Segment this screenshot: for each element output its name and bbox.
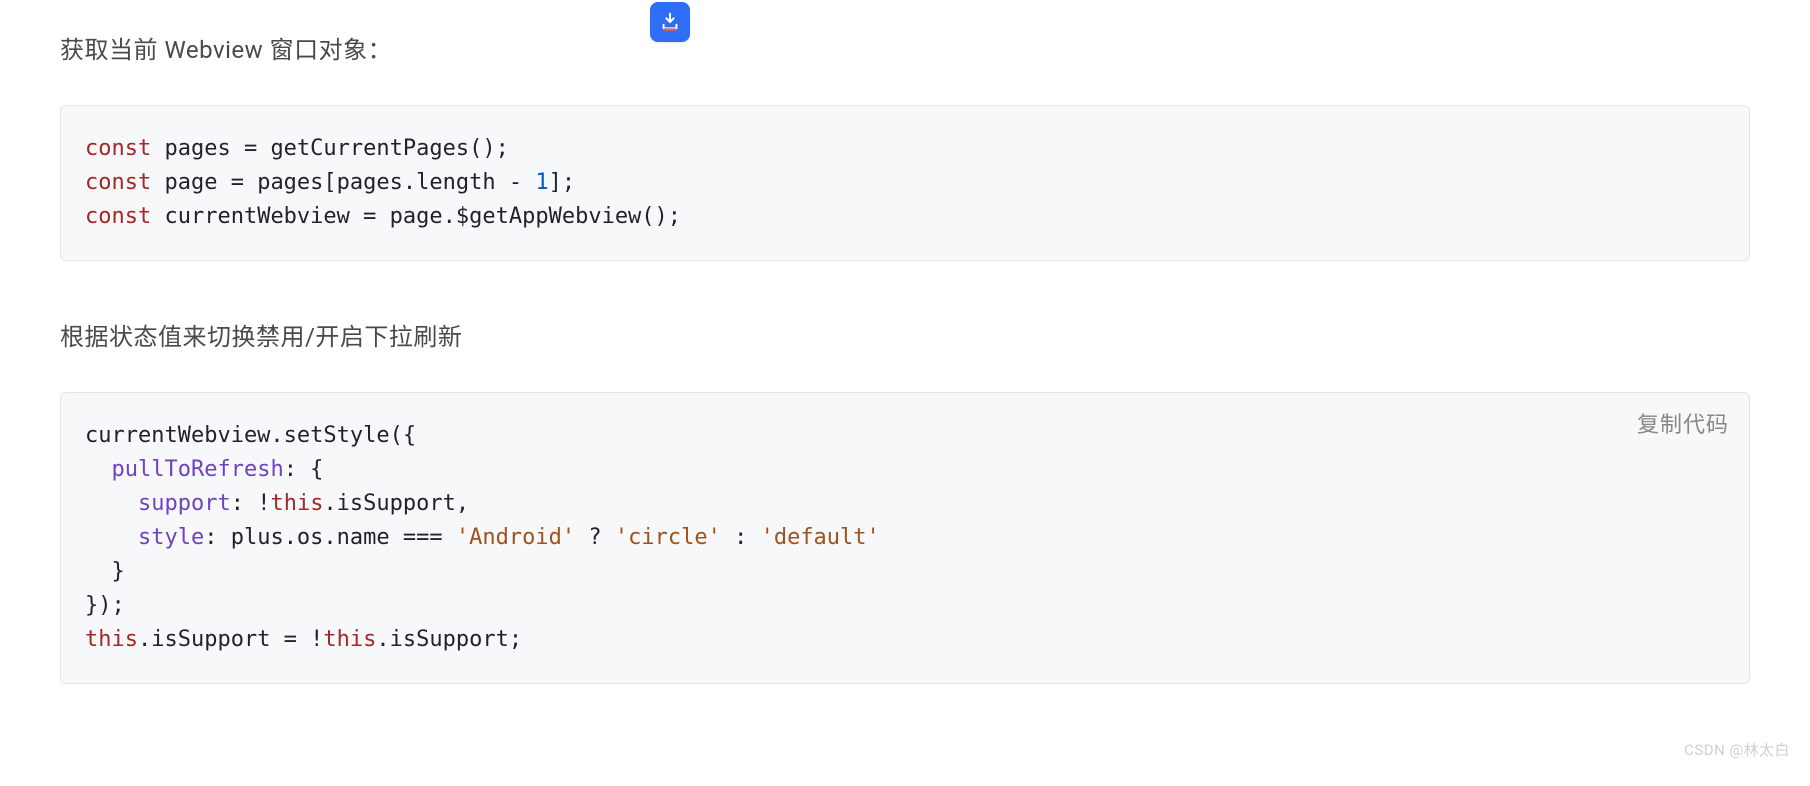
code-content-1: const pages = getCurrentPages(); const p… xyxy=(85,136,681,229)
code-content-2: currentWebview.setStyle({ pullToRefresh:… xyxy=(85,423,880,652)
section-heading-2: 根据状态值来切换禁用/开启下拉刷新 xyxy=(60,317,1750,352)
watermark-text: CSDN @林太白 xyxy=(1684,739,1790,760)
download-book-icon[interactable] xyxy=(650,2,690,42)
code-block-2: 复制代码 currentWebview.setStyle({ pullToRefr… xyxy=(60,392,1750,684)
section-heading-1: 获取当前 Webview 窗口对象： xyxy=(60,30,1750,65)
code-block-1: const pages = getCurrentPages(); const p… xyxy=(60,105,1750,261)
copy-code-button[interactable]: 复制代码 xyxy=(1637,409,1729,442)
